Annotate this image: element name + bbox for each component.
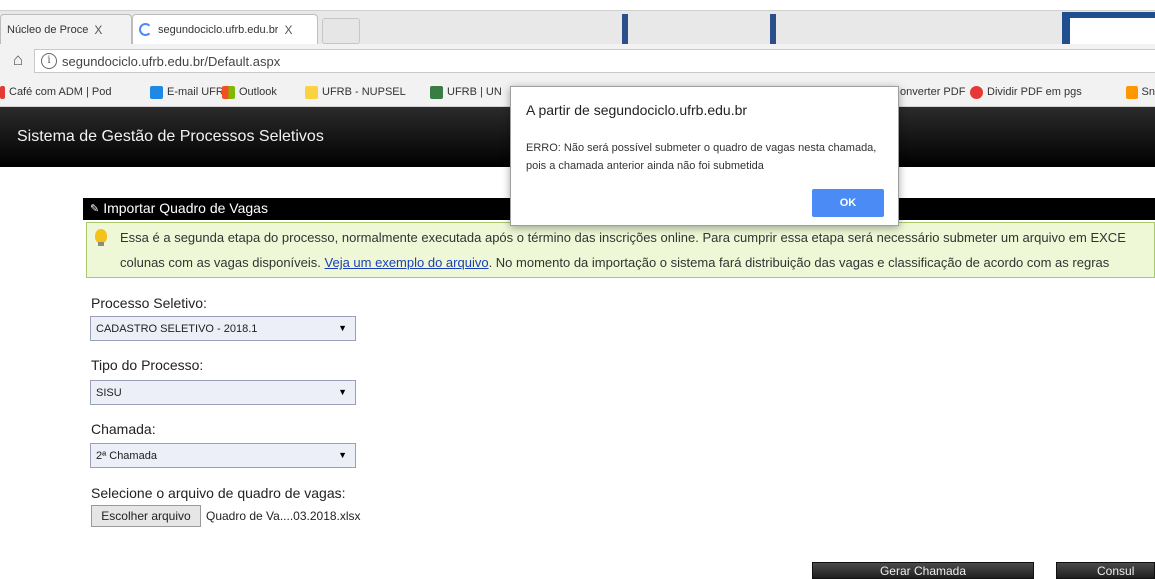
chamada-label: Chamada: bbox=[91, 421, 156, 437]
bookmark-ufrb[interactable]: UFRB | UN bbox=[430, 82, 510, 102]
bookmark-favicon-icon bbox=[0, 85, 5, 99]
bookmark-sn[interactable]: Sn bbox=[1126, 82, 1155, 102]
new-tab-button[interactable] bbox=[322, 18, 360, 44]
bookmark-converter[interactable]: onverter PDF bbox=[900, 82, 966, 102]
bookmark-cafe[interactable]: Café com ADM | Pod bbox=[0, 82, 154, 102]
window-edge bbox=[770, 14, 776, 44]
dialog-message-line-1: ERRO: Não será possível submeter o quadr… bbox=[526, 142, 877, 154]
choose-file-button[interactable]: Escolher arquivo bbox=[91, 505, 201, 527]
bookmark-nupsel[interactable]: UFRB - NUPSEL bbox=[305, 82, 415, 102]
processo-select[interactable]: CADASTRO SELETIVO - 2018.1 ▼ bbox=[90, 316, 356, 341]
notice-line-2: colunas com as vagas disponíveis. Veja u… bbox=[120, 255, 1110, 270]
url-field[interactable]: i segundociclo.ufrb.edu.br/Default.aspx bbox=[34, 49, 1155, 73]
app-title: Sistema de Gestão de Processos Seletivos bbox=[17, 128, 324, 145]
bookmark-dividir[interactable]: Dividir PDF em pgs bbox=[970, 82, 1088, 102]
close-icon[interactable]: X bbox=[94, 23, 102, 37]
consultar-button[interactable]: Consul bbox=[1056, 562, 1155, 579]
microsoft-icon bbox=[222, 85, 235, 99]
file-label: Selecione o arquivo de quadro de vagas: bbox=[91, 485, 346, 501]
lightbulb-base-icon bbox=[98, 242, 104, 246]
url-text: segundociclo.ufrb.edu.br/Default.aspx bbox=[62, 53, 281, 69]
panel-title-text: Importar Quadro de Vagas bbox=[103, 200, 268, 216]
folder-icon bbox=[305, 85, 318, 99]
pencil-icon: ✎ bbox=[90, 201, 100, 215]
dialog-title: A partir de segundociclo.ufrb.edu.br bbox=[526, 102, 748, 118]
info-icon[interactable]: i bbox=[41, 53, 57, 69]
example-file-link[interactable]: Veja um exemplo do arquivo bbox=[325, 255, 489, 270]
panel-title: ✎ Importar Quadro de Vagas bbox=[90, 200, 268, 216]
ufrb-icon bbox=[430, 85, 443, 99]
heart-icon bbox=[970, 85, 983, 99]
chevron-down-icon: ▼ bbox=[338, 323, 347, 333]
bookmark-outlook[interactable]: Outlook bbox=[222, 82, 302, 102]
dialog-message-line-2: pois a chamada anterior ainda não foi su… bbox=[526, 160, 764, 172]
tab-nucleo[interactable]: Núcleo de Proce X bbox=[0, 14, 132, 44]
chevron-down-icon: ▼ bbox=[338, 450, 347, 460]
gerar-chamada-button[interactable]: Gerar Chamada bbox=[812, 562, 1034, 579]
tab-label: segundociclo.ufrb.edu.br bbox=[158, 23, 279, 36]
tipo-label: Tipo do Processo: bbox=[91, 357, 204, 373]
home-icon[interactable]: ⌂ bbox=[8, 50, 28, 70]
close-icon[interactable]: X bbox=[284, 23, 292, 37]
mail-icon bbox=[150, 85, 163, 99]
ok-button[interactable]: OK bbox=[812, 189, 884, 217]
file-name: Quadro de Va....03.2018.xlsx bbox=[206, 509, 361, 523]
processo-label: Processo Seletivo: bbox=[91, 295, 207, 311]
tipo-select[interactable]: SISU ▼ bbox=[90, 380, 356, 405]
chamada-select[interactable]: 2ª Chamada ▼ bbox=[90, 443, 356, 468]
loading-icon bbox=[139, 23, 152, 36]
tab-segundociclo[interactable]: segundociclo.ufrb.edu.br X bbox=[132, 14, 318, 44]
tab-label: Núcleo de Proce bbox=[7, 23, 89, 36]
chevron-down-icon: ▼ bbox=[338, 387, 347, 397]
window-edge bbox=[622, 14, 628, 44]
lightbulb-icon bbox=[95, 229, 107, 243]
notice-line-1: Essa é a segunda etapa do processo, norm… bbox=[120, 230, 1126, 245]
window-panel bbox=[1070, 18, 1155, 44]
app-icon bbox=[1126, 85, 1138, 99]
